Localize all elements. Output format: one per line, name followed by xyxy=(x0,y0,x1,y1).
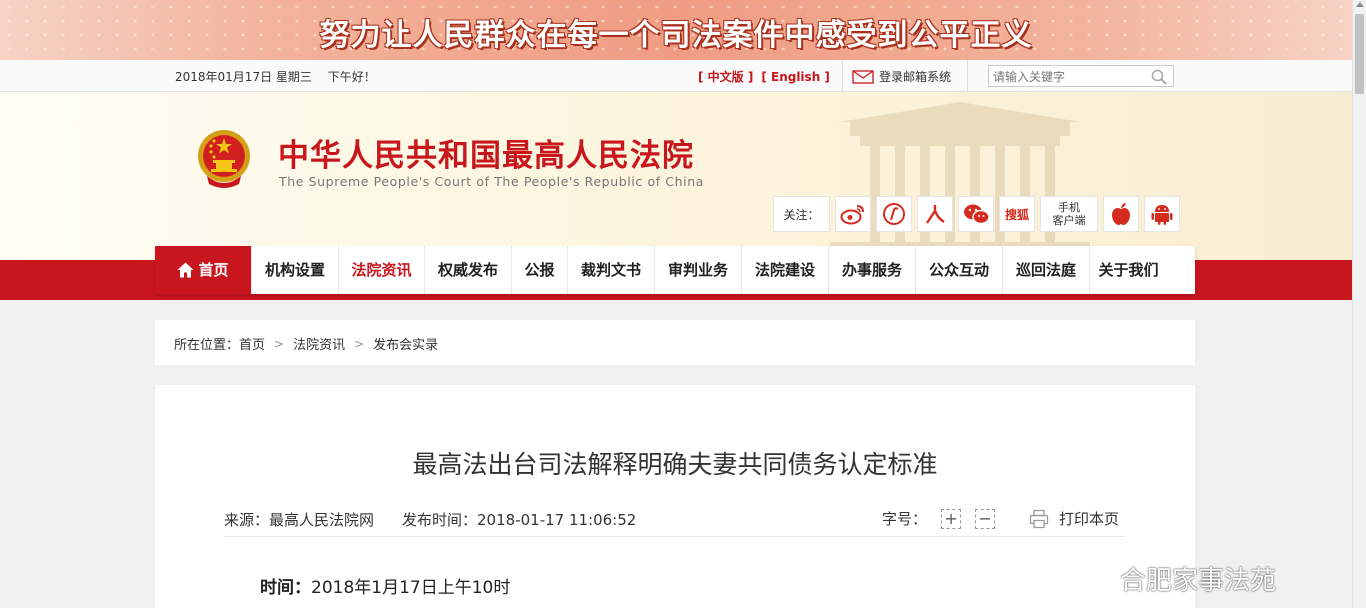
wechat-icon xyxy=(1076,562,1115,593)
page-scrollbar[interactable] xyxy=(1352,0,1366,608)
weixin-mp-icon xyxy=(883,203,905,225)
nav-label-home: 首页 xyxy=(198,261,229,279)
envelope-icon xyxy=(852,69,874,84)
wechat-icon xyxy=(964,204,990,225)
font-decrease-button[interactable]: − xyxy=(975,508,996,529)
scroll-thumb[interactable] xyxy=(1355,14,1364,94)
court-name-cn: 中华人民共和国最高人民法院 xyxy=(278,138,694,174)
court-building-illustration xyxy=(830,102,1090,252)
follow-label: 关注： xyxy=(773,196,830,232)
nav-item-gazette[interactable]: 公报 xyxy=(512,246,568,294)
meta-divider xyxy=(224,536,1125,537)
nav-item-court-news[interactable]: 法院资讯 xyxy=(339,246,425,294)
greeting-text: 下午好！ xyxy=(327,70,376,84)
search-icon[interactable] xyxy=(1151,69,1167,85)
nav-item-court-construction[interactable]: 法院建设 xyxy=(742,246,829,294)
breadcrumb-current[interactable]: 发布会实录 xyxy=(373,334,438,353)
wechat-watermark: 合肥家事法苑 xyxy=(1076,560,1276,597)
lang-english-link[interactable]: [ English ] xyxy=(761,70,830,84)
weixin-mp-button[interactable] xyxy=(876,196,912,232)
nav-item-home[interactable]: 首页 xyxy=(155,246,252,294)
article-publish-time: 发布时间：2018-01-17 11:06:52 xyxy=(402,511,637,529)
home-icon xyxy=(177,262,194,278)
chevron-right-icon: > xyxy=(354,336,365,351)
sohu-icon: 搜狐 xyxy=(1004,207,1029,222)
android-app-button[interactable] xyxy=(1144,196,1180,232)
article-body-first-line: 时间：2018年1月17日上午10时 xyxy=(260,573,510,598)
national-emblem-icon xyxy=(198,130,250,188)
date-greeting: 2018年01月17日 星期三 下午好！ xyxy=(175,68,376,85)
breadcrumb-prefix: 所在位置： xyxy=(174,338,240,353)
mail-login-label: 登录邮箱系统 xyxy=(879,70,952,84)
breadcrumb-container: 所在位置： 首页 > 法院资讯 > 发布会实录 xyxy=(155,320,1195,365)
nav-item-services[interactable]: 办事服务 xyxy=(829,246,916,294)
nav-item-circuit-courts[interactable]: 巡回法庭 xyxy=(1003,246,1090,294)
nav-item-judgments[interactable]: 裁判文书 xyxy=(568,246,655,294)
wechat-button[interactable] xyxy=(958,196,994,232)
court-name-en: The Supreme People's Court of The People… xyxy=(279,174,704,189)
renmin-icon xyxy=(926,205,945,224)
watermark-text: 合肥家事法苑 xyxy=(1120,566,1277,596)
font-size-label: 字号： xyxy=(882,510,928,528)
printer-icon xyxy=(1029,509,1049,528)
article-source: 来源：最高人民法院网 xyxy=(224,511,375,529)
article-title: 最高法出台司法解释明确夫妻共同债务认定标准 xyxy=(412,450,938,479)
time-label: 时间： xyxy=(260,578,311,598)
chevron-right-icon: > xyxy=(274,336,285,351)
mobile-client-button[interactable]: 手机 客户端 xyxy=(1040,196,1098,232)
date-text: 2018年01月17日 星期三 xyxy=(175,70,312,84)
search-input[interactable] xyxy=(989,67,1139,87)
social-follow-bar: 关注： 搜狐 手机 客户端 xyxy=(773,196,1185,232)
breadcrumb: 所在位置： 首页 > 法院资讯 > 发布会实录 xyxy=(174,334,438,354)
nav-item-about-us[interactable]: 关于我们 xyxy=(1090,246,1167,294)
breadcrumb-home-link[interactable]: 首页 xyxy=(239,334,265,353)
print-button[interactable]: 打印本页 xyxy=(1029,508,1119,529)
divider xyxy=(842,60,843,92)
time-value: 2018年1月17日上午10时 xyxy=(311,578,511,598)
divider xyxy=(967,60,968,92)
search-box xyxy=(988,65,1174,87)
renmin-button[interactable] xyxy=(917,196,953,232)
article-container: 最高法出台司法解释明确夫妻共同债务认定标准 来源：最高人民法院网 发布时间：201… xyxy=(155,385,1195,608)
nav-item-authoritative-release[interactable]: 权威发布 xyxy=(425,246,512,294)
print-label: 打印本页 xyxy=(1059,510,1120,528)
mail-login-link[interactable]: 登录邮箱系统 xyxy=(852,68,951,85)
language-switch: [ 中文版 ] [ English ] xyxy=(698,68,838,85)
font-increase-button[interactable]: + xyxy=(941,508,962,529)
slogan-banner: 努力让人民群众在每一个司法案件中感受到公平正义 xyxy=(0,0,1352,60)
article-meta: 来源：最高人民法院网 发布时间：2018-01-17 11:06:52 xyxy=(224,509,664,530)
site-header: 中华人民共和国最高人民法院 The Supreme People's Court… xyxy=(0,92,1352,260)
weibo-button[interactable] xyxy=(835,196,871,232)
lang-chinese-link[interactable]: [ 中文版 ] xyxy=(698,70,753,84)
apple-icon xyxy=(1112,203,1130,225)
mobile-line2: 客户端 xyxy=(1052,214,1086,227)
font-size-control: 字号： + − xyxy=(882,508,996,529)
nav-item-trial-business[interactable]: 审判业务 xyxy=(655,246,742,294)
banner-slogan: 努力让人民群众在每一个司法案件中感受到公平正义 xyxy=(319,18,1033,53)
breadcrumb-court-news-link[interactable]: 法院资讯 xyxy=(293,334,345,353)
weibo-icon xyxy=(840,205,864,225)
sohu-button[interactable]: 搜狐 xyxy=(999,196,1035,232)
main-nav: 首页 机构设置 法院资讯 权威发布 公报 裁判文书 审判业务 法院建设 办事服务… xyxy=(155,246,1195,294)
nav-item-organization[interactable]: 机构设置 xyxy=(252,246,339,294)
mobile-line1: 手机 xyxy=(1058,201,1080,214)
ios-app-button[interactable] xyxy=(1103,196,1139,232)
scroll-up-arrow-icon[interactable] xyxy=(1356,2,1364,7)
nav-item-public-interaction[interactable]: 公众互动 xyxy=(916,246,1003,294)
android-icon xyxy=(1151,205,1173,225)
